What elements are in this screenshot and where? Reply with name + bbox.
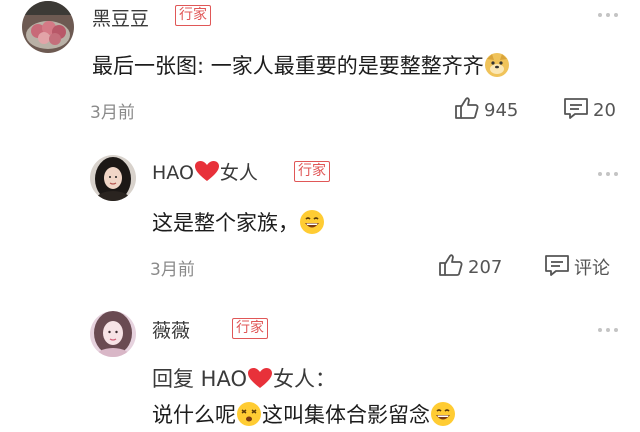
username[interactable]: 薇薇 [152,316,190,343]
comment-icon [544,253,570,281]
expert-badge: 行家 [175,5,211,26]
avatar[interactable] [22,1,74,53]
like-button[interactable]: 945 [454,96,518,124]
more-options-icon[interactable] [598,172,618,176]
username[interactable]: HAO 女人 [152,158,258,187]
dizzy-face-emoji [236,401,262,432]
reply-button[interactable]: 20 [563,96,616,124]
grin-emoji [430,401,456,432]
timestamp: 3月前 [150,260,195,280]
grin-emoji [299,209,325,240]
comment-text: 这是整个家族， [152,207,325,240]
reply-to: 回复 HAO 女人： [152,363,336,394]
comment-icon [563,96,589,124]
reply-button[interactable]: 评论 [544,253,610,281]
avatar[interactable] [90,311,136,357]
heart-icon [247,367,273,394]
thumbs-up-icon [438,253,464,281]
thumbs-up-icon [454,96,480,124]
more-options-icon[interactable] [598,13,618,17]
username[interactable]: 黑豆豆 [92,4,149,31]
doge-emoji [484,52,510,83]
more-options-icon[interactable] [598,328,618,332]
heart-icon [194,160,220,187]
comment-text: 最后一张图: 一家人最重要的是要整整齐齐 [92,50,510,83]
expert-badge: 行家 [294,161,330,182]
avatar[interactable] [90,155,136,201]
like-button[interactable]: 207 [438,253,502,281]
expert-badge: 行家 [232,318,268,339]
comment-text: 说什么呢 这叫集体合影留念 [152,399,456,432]
timestamp: 3月前 [90,103,135,123]
